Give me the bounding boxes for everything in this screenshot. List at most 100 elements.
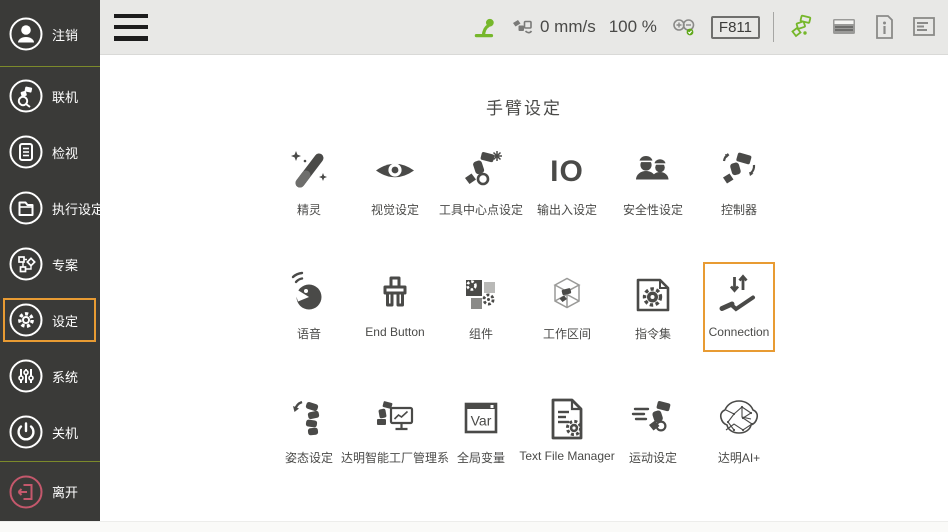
connection-icon [715, 267, 763, 323]
grid-item-label: 指令集 [634, 327, 671, 341]
document-view-icon [8, 134, 44, 170]
sidebar-divider [0, 66, 100, 67]
power-icon [8, 414, 44, 450]
grid-item-label: Text File Manager [519, 449, 615, 463]
sidebar-item-label: 联机 [52, 89, 79, 105]
grid-item-label: Connection [708, 325, 770, 339]
grid-item-posture[interactable]: 姿态设定 [266, 391, 352, 469]
sidebar-item-exit[interactable]: 离开 [0, 463, 100, 520]
keyboard-icon[interactable] [830, 14, 858, 40]
safety-icon [629, 143, 677, 199]
sliders-icon [8, 358, 44, 394]
grid-item-text-file-manager[interactable]: Text File Manager [519, 391, 615, 469]
grid-item-label: 安全性设定 [622, 203, 683, 217]
speed-status: 0 mm/s [511, 15, 596, 39]
sidebar-item-label: 设定 [52, 313, 79, 329]
grid-item-io[interactable]: IO 输出入设定 [524, 143, 610, 221]
ai-icon [715, 391, 763, 447]
sidebar-item-online[interactable]: 联机 [0, 68, 100, 124]
grid-item-tcp[interactable]: 工具中心点设定 [438, 143, 524, 221]
sidebar-item-inspect[interactable]: 检视 [0, 124, 100, 180]
sidebar-item-logout[interactable]: 注销 [0, 3, 100, 65]
hamburger-icon[interactable] [114, 13, 148, 41]
grid-item-label: 精灵 [296, 203, 321, 217]
log-icon[interactable] [910, 14, 938, 40]
wand-icon [285, 143, 333, 199]
sidebar-item-label: 执行设定 [52, 201, 105, 217]
grid-item-safety[interactable]: 安全性设定 [610, 143, 696, 221]
end-button-icon [371, 267, 419, 323]
robot-arm-green-icon[interactable] [787, 13, 817, 41]
grid-item-global-variables[interactable]: Var 全局变量 [438, 391, 524, 469]
topbar-divider [773, 12, 774, 42]
grid-item-label: 语音 [296, 327, 321, 341]
sidebar-item-execution[interactable]: 执行设定 [0, 180, 104, 236]
component-icon [457, 267, 505, 323]
factory-icon [371, 391, 419, 447]
grid-item-connection[interactable]: Connection [696, 262, 782, 352]
grid-item-label: 输出入设定 [536, 203, 597, 217]
tcp-icon [457, 143, 505, 199]
sidebar-item-system[interactable]: 系统 [0, 348, 100, 404]
grid-item-controller[interactable]: 控制器 [696, 143, 782, 221]
sidebar-item-label: 离开 [52, 485, 79, 500]
io-icon: IO [543, 143, 591, 199]
eye-icon [371, 143, 419, 199]
grid-item-label: 组件 [468, 327, 493, 341]
grid-item-workspace[interactable]: 工作区间 [524, 267, 610, 345]
sidebar-item-label: 系统 [52, 369, 79, 385]
grid-item-end-button[interactable]: End Button [352, 267, 438, 345]
app-window: 注销 联机 检视 执行设定 专案 设定 系统 关机 离开 0 mm/s 100 … [0, 0, 948, 532]
sidebar-item-label: 专案 [52, 257, 79, 273]
grid-item-label: 全局变量 [456, 451, 505, 465]
grid-item-label: 姿态设定 [284, 451, 333, 465]
sidebar-item-shutdown[interactable]: 关机 [0, 404, 100, 460]
person-icon [8, 16, 44, 52]
sidebar-item-label: 注销 [52, 27, 79, 43]
sidebar-item-label: 检视 [52, 145, 79, 161]
workspace-icon [543, 267, 591, 323]
frame-code-badge[interactable]: F811 [710, 15, 760, 39]
grid-item-component[interactable]: 组件 [438, 267, 524, 345]
grid-item-factory-manager[interactable]: 达明智能工厂管理系 [341, 391, 449, 469]
grid-item-label: 工具中心点设定 [438, 203, 523, 217]
svg-text:Var: Var [471, 413, 492, 429]
sidebar-item-settings[interactable]: 设定 [0, 292, 100, 348]
grid-item-tm-ai[interactable]: 达明AI+ [696, 391, 782, 469]
svg-text:IO: IO [550, 155, 584, 188]
instruction-icon [629, 267, 677, 323]
speed-percent: 100 % [608, 17, 657, 36]
link-robot-icon [8, 78, 44, 114]
grid-item-label: 运动设定 [628, 451, 677, 465]
sidebar-divider [0, 461, 100, 462]
grid-item-voice[interactable]: 语音 [266, 267, 352, 345]
var-icon: Var [457, 391, 505, 447]
speed-value: 0 mm/s [539, 17, 596, 36]
topbar: 0 mm/s 100 % F811 [100, 0, 948, 55]
status-cluster: 0 mm/s 100 % F811 [472, 12, 938, 42]
exit-door-icon [8, 474, 44, 510]
zoom-check-icon[interactable] [670, 15, 698, 39]
gear-icon [8, 302, 44, 338]
grid-item-motion[interactable]: 运动设定 [610, 391, 696, 469]
page-title: 手臂设定 [486, 99, 562, 118]
sidebar: 注销 联机 检视 执行设定 专案 设定 系统 关机 离开 [0, 0, 104, 522]
grid-item-genie[interactable]: 精灵 [266, 143, 352, 221]
sidebar-item-project[interactable]: 专案 [0, 236, 100, 292]
pin-icon[interactable] [472, 13, 498, 41]
main-content: 手臂设定 精灵 视觉设定 工具中心点设定 IO 输出入设定 安全性设定 控制器 … [100, 56, 948, 522]
info-document-icon[interactable] [871, 13, 897, 41]
grid-item-label: 视觉设定 [370, 203, 419, 217]
motion-icon [629, 391, 677, 447]
voice-icon [285, 267, 333, 323]
grid-item-label: 控制器 [720, 203, 757, 217]
textfile-icon [543, 391, 591, 447]
grid-item-label: 达明AI+ [717, 451, 761, 465]
settings-grid: 精灵 视觉设定 工具中心点设定 IO 输出入设定 安全性设定 控制器 语音 En… [100, 143, 948, 469]
grid-item-label: 达明智能工厂管理系 [341, 451, 450, 465]
flowchart-icon [8, 246, 44, 282]
grid-item-vision[interactable]: 视觉设定 [352, 143, 438, 221]
grid-item-label: 工作区间 [542, 327, 591, 341]
grid-item-instruction-set[interactable]: 指令集 [610, 267, 696, 345]
folder-run-icon [8, 190, 44, 226]
